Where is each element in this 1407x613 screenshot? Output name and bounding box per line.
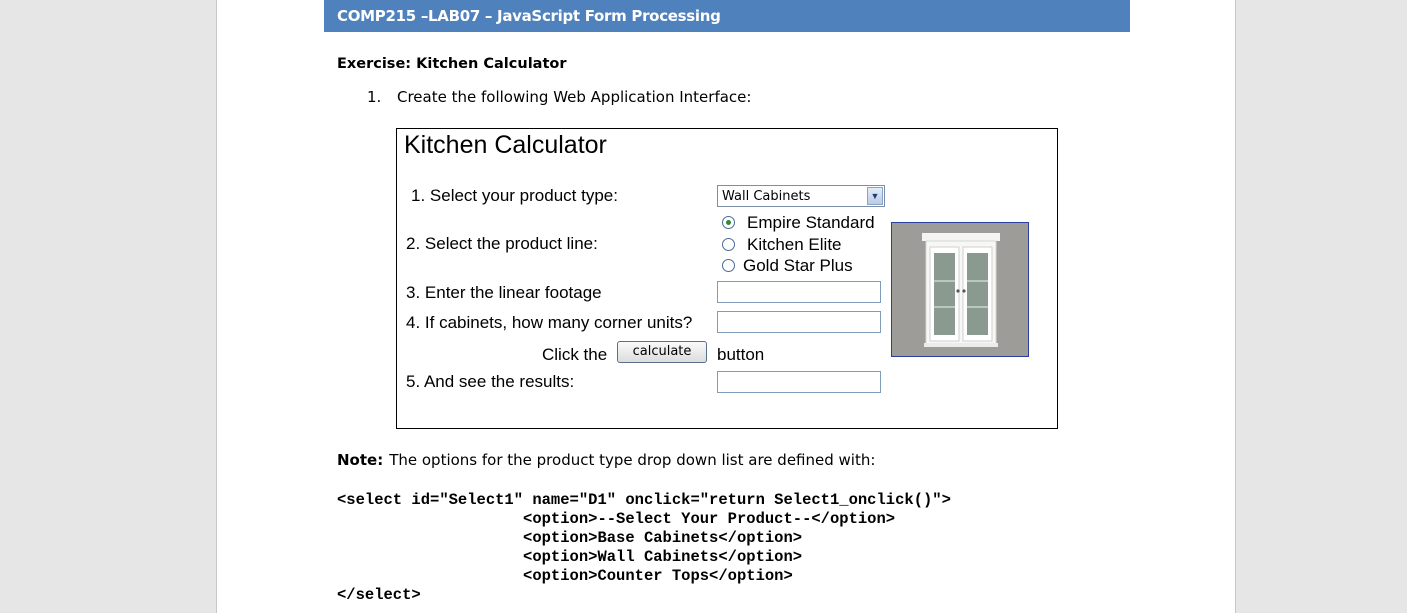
radio-button-icon[interactable]: [722, 216, 735, 230]
cabinet-illustration: [892, 223, 1028, 356]
code-block: <select id="Select1" name="D1" onclick="…: [337, 491, 951, 605]
results-output[interactable]: [717, 371, 881, 393]
code-line: </select>: [337, 586, 421, 604]
code-line: <option>Base Cabinets</option>: [337, 529, 803, 547]
button-word-text: button: [717, 345, 765, 364]
radio-button-icon[interactable]: [722, 238, 735, 252]
linear-footage-input[interactable]: [717, 281, 881, 303]
step-number: 1.: [367, 88, 382, 106]
code-line: <option>--Select Your Product--</option>: [337, 510, 896, 528]
code-line: <option>Wall Cabinets</option>: [337, 548, 803, 566]
radio-gold-star-plus[interactable]: Gold Star Plus: [722, 256, 853, 276]
step-text: Create the following Web Application Int…: [397, 88, 752, 106]
results-label: 5. And see the results:: [406, 372, 575, 391]
radio-kitchen-elite[interactable]: Kitchen Elite: [722, 235, 842, 255]
note-text: The options for the product type drop do…: [389, 451, 876, 469]
calculate-button[interactable]: calculate: [617, 341, 707, 363]
radio-button-icon[interactable]: [722, 259, 735, 273]
corner-units-input[interactable]: [717, 311, 881, 333]
header-bar: COMP215 –LAB07 – JavaScript Form Process…: [324, 0, 1130, 32]
chevron-down-icon[interactable]: ▼: [867, 187, 883, 205]
radio-label: Kitchen Elite: [747, 235, 842, 254]
product-type-selected-value: Wall Cabinets: [722, 189, 811, 204]
radio-label: Empire Standard: [747, 213, 875, 232]
code-line: <option>Counter Tops</option>: [337, 567, 793, 585]
note-label: Note:: [337, 451, 384, 469]
product-type-select[interactable]: Wall Cabinets ▼: [717, 185, 885, 207]
note-paragraph: Note: The options for the product type dr…: [337, 451, 875, 469]
radio-empire-standard[interactable]: Empire Standard: [722, 213, 875, 233]
wall-cabinet-image: [891, 222, 1029, 357]
click-the-text: Click the: [542, 345, 608, 364]
header-title: COMP215 –LAB07 – JavaScript Form Process…: [337, 7, 721, 25]
kitchen-calculator-figure: Kitchen Calculator 1. Select your produc…: [396, 128, 1058, 429]
linear-footage-label: 3. Enter the linear footage: [406, 283, 602, 302]
exercise-heading: Exercise: Kitchen Calculator: [337, 56, 567, 72]
calculator-title: Kitchen Calculator: [404, 131, 607, 159]
corner-units-label: 4. If cabinets, how many corner units?: [406, 313, 693, 332]
code-line: <select id="Select1" name="D1" onclick="…: [337, 491, 951, 509]
document-page: COMP215 –LAB07 – JavaScript Form Process…: [216, 0, 1236, 613]
radio-label: Gold Star Plus: [743, 256, 853, 275]
product-line-label: 2. Select the product line:: [406, 234, 598, 253]
product-type-label: 1. Select your product type:: [411, 186, 618, 205]
